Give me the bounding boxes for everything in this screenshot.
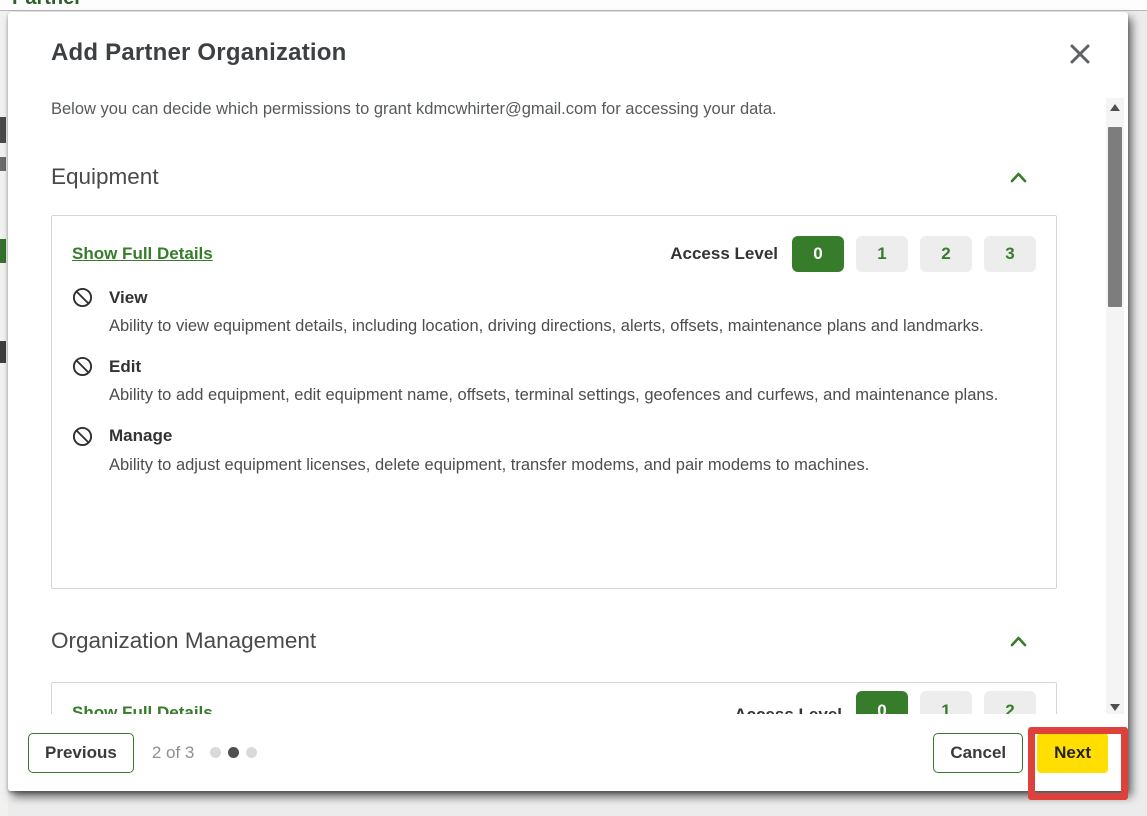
access-level-2-button[interactable]: 2 [984, 691, 1036, 714]
access-level-3-button[interactable]: 3 [984, 236, 1036, 272]
permission-description: Ability to view equipment details, inclu… [109, 315, 1009, 337]
section-title: Equipment [51, 164, 159, 190]
chevron-up-icon[interactable] [1006, 632, 1031, 651]
background-fragment [0, 117, 6, 143]
step-dots [210, 747, 257, 758]
scroll-up-arrow-icon[interactable] [1106, 98, 1124, 116]
background-fragment [0, 239, 6, 263]
step-dot-3 [246, 747, 257, 758]
access-level-2-button[interactable]: 2 [920, 236, 972, 272]
prohibited-icon [72, 356, 93, 377]
prohibited-icon [72, 287, 93, 308]
page-indicator: 2 of 3 [152, 743, 195, 763]
dialog-scroll-body: Equipment Show Full Details Access Level… [51, 152, 1057, 714]
background-page-heading: Partner [12, 0, 1147, 10]
background-fragment [0, 341, 6, 363]
step-dot-1 [210, 747, 221, 758]
permission-description: Ability to adjust equipment licenses, de… [109, 454, 1009, 476]
next-button[interactable]: Next [1037, 733, 1108, 773]
section-title: Organization Management [51, 628, 316, 654]
section-header-equipment: Equipment [51, 164, 1057, 190]
permission-description: Ability to add equipment, edit equipment… [109, 384, 1009, 406]
add-partner-organization-dialog: Add Partner Organization Below you can d… [8, 12, 1128, 791]
access-level-0-button[interactable]: 0 [856, 691, 908, 714]
dialog-title: Add Partner Organization [51, 39, 347, 67]
access-level-group: Access Level 0 1 2 [734, 691, 1036, 714]
organization-management-permissions-card: Show Full Details Access Level 0 1 2 [51, 682, 1057, 714]
show-full-details-link[interactable]: Show Full Details [72, 703, 213, 714]
chevron-up-icon[interactable] [1006, 168, 1031, 187]
background-left-strip [0, 11, 8, 816]
cancel-button[interactable]: Cancel [933, 733, 1023, 773]
dialog-footer: Previous 2 of 3 Cancel Next [8, 714, 1128, 791]
step-dot-2-active [228, 747, 239, 758]
previous-button[interactable]: Previous [28, 733, 134, 773]
background-fragment [0, 157, 6, 171]
access-level-group: Access Level 0 1 2 3 [670, 236, 1036, 272]
permission-row-edit: Edit [72, 356, 1036, 377]
prohibited-icon [72, 426, 93, 447]
access-level-label: Access Level [734, 705, 842, 714]
dialog-subtitle: Below you can decide which permissions t… [51, 100, 777, 119]
access-level-1-button[interactable]: 1 [856, 236, 908, 272]
permission-name: Manage [109, 426, 172, 446]
permission-name: Edit [109, 357, 141, 377]
background-page-strip: Partner [0, 0, 1147, 11]
access-level-1-button[interactable]: 1 [920, 691, 972, 714]
vertical-scrollbar[interactable] [1106, 98, 1124, 716]
equipment-permissions-card: Show Full Details Access Level 0 1 2 3 V… [51, 215, 1057, 589]
access-level-label: Access Level [670, 244, 778, 264]
permission-row-manage: Manage [72, 426, 1036, 447]
show-full-details-link[interactable]: Show Full Details [72, 244, 213, 264]
permission-name: View [109, 288, 147, 308]
close-icon[interactable] [1064, 38, 1096, 70]
scrollbar-thumb[interactable] [1108, 127, 1122, 307]
section-header-organization-management: Organization Management [51, 628, 1057, 654]
access-level-0-button[interactable]: 0 [792, 236, 844, 272]
permission-row-view: View [72, 287, 1036, 308]
